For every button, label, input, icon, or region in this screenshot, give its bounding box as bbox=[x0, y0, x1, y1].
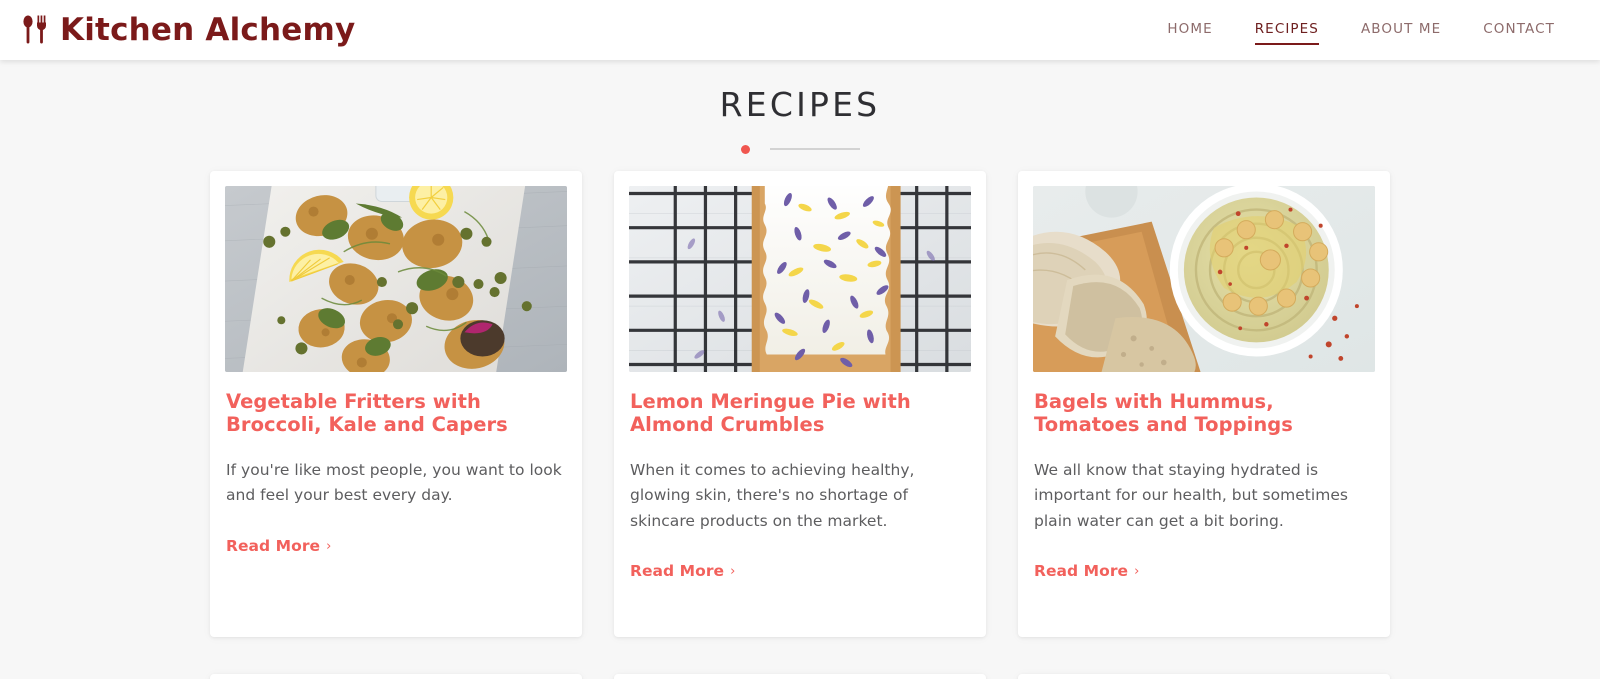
read-more-link[interactable]: Read More › bbox=[226, 537, 331, 555]
card-body: Lemon Meringue Pie with Almond Crumbles … bbox=[629, 372, 971, 580]
recipe-card-next-row[interactable] bbox=[210, 674, 582, 679]
lemon-meringue-pie-photo bbox=[629, 186, 971, 372]
nav-item-about-me[interactable]: ABOUT ME bbox=[1340, 17, 1462, 44]
recipe-card[interactable]: Bagels with Hummus, Tomatoes and Topping… bbox=[1018, 171, 1390, 637]
card-title: Vegetable Fritters with Broccoli, Kale a… bbox=[226, 390, 508, 436]
card-excerpt: We all know that staying hydrated is imp… bbox=[1034, 460, 1349, 530]
title-divider bbox=[0, 143, 1600, 155]
nav-item-home[interactable]: HOME bbox=[1146, 17, 1233, 44]
read-more-label: Read More bbox=[630, 562, 725, 581]
recipe-card-next-row[interactable] bbox=[1018, 674, 1390, 679]
nav-item-recipes[interactable]: RECIPES bbox=[1234, 17, 1340, 45]
chevron-right-icon: › bbox=[730, 564, 736, 580]
brand-name: Kitchen Alchemy bbox=[60, 11, 356, 48]
brand-logo-link[interactable]: Kitchen Alchemy bbox=[22, 14, 355, 46]
divider-dot-icon bbox=[740, 144, 750, 154]
nav-item-contact[interactable]: CONTACT bbox=[1462, 17, 1576, 44]
chevron-right-icon: › bbox=[1134, 564, 1140, 580]
read-more-label: Read More bbox=[1034, 562, 1129, 581]
divider-line bbox=[769, 148, 860, 150]
card-body: Vegetable Fritters with Broccoli, Kale a… bbox=[225, 372, 567, 555]
chevron-right-icon: › bbox=[326, 538, 332, 554]
bagels-hummus-photo bbox=[1033, 186, 1375, 372]
recipe-card-grid: Vegetable Fritters with Broccoli, Kale a… bbox=[210, 171, 1390, 679]
read-more-link[interactable]: Read More › bbox=[1034, 562, 1139, 580]
recipe-card[interactable]: Lemon Meringue Pie with Almond Crumbles … bbox=[614, 171, 986, 637]
fork-and-spoon-icon bbox=[22, 14, 48, 46]
main-navigation: HOME RECIPES ABOUT ME CONTACT bbox=[1146, 17, 1576, 45]
vegetable-fritters-photo bbox=[225, 186, 567, 372]
page-body: RECIPES Vegetable Fritters with Broccoli… bbox=[0, 60, 1600, 679]
read-more-link[interactable]: Read More › bbox=[630, 562, 735, 580]
recipe-card-next-row[interactable] bbox=[614, 674, 986, 679]
site-header: Kitchen Alchemy HOME RECIPES ABOUT ME CO… bbox=[0, 0, 1600, 60]
card-body: Bagels with Hummus, Tomatoes and Topping… bbox=[1033, 372, 1375, 580]
recipe-card[interactable]: Vegetable Fritters with Broccoli, Kale a… bbox=[210, 171, 582, 637]
page-title: RECIPES bbox=[719, 85, 881, 124]
read-more-label: Read More bbox=[226, 536, 321, 555]
card-title: Lemon Meringue Pie with Almond Crumbles bbox=[630, 390, 911, 436]
card-title: Bagels with Hummus, Tomatoes and Topping… bbox=[1034, 390, 1293, 436]
card-excerpt: When it comes to achieving healthy, glow… bbox=[630, 460, 915, 530]
card-excerpt: If you're like most people, you want to … bbox=[226, 460, 562, 505]
